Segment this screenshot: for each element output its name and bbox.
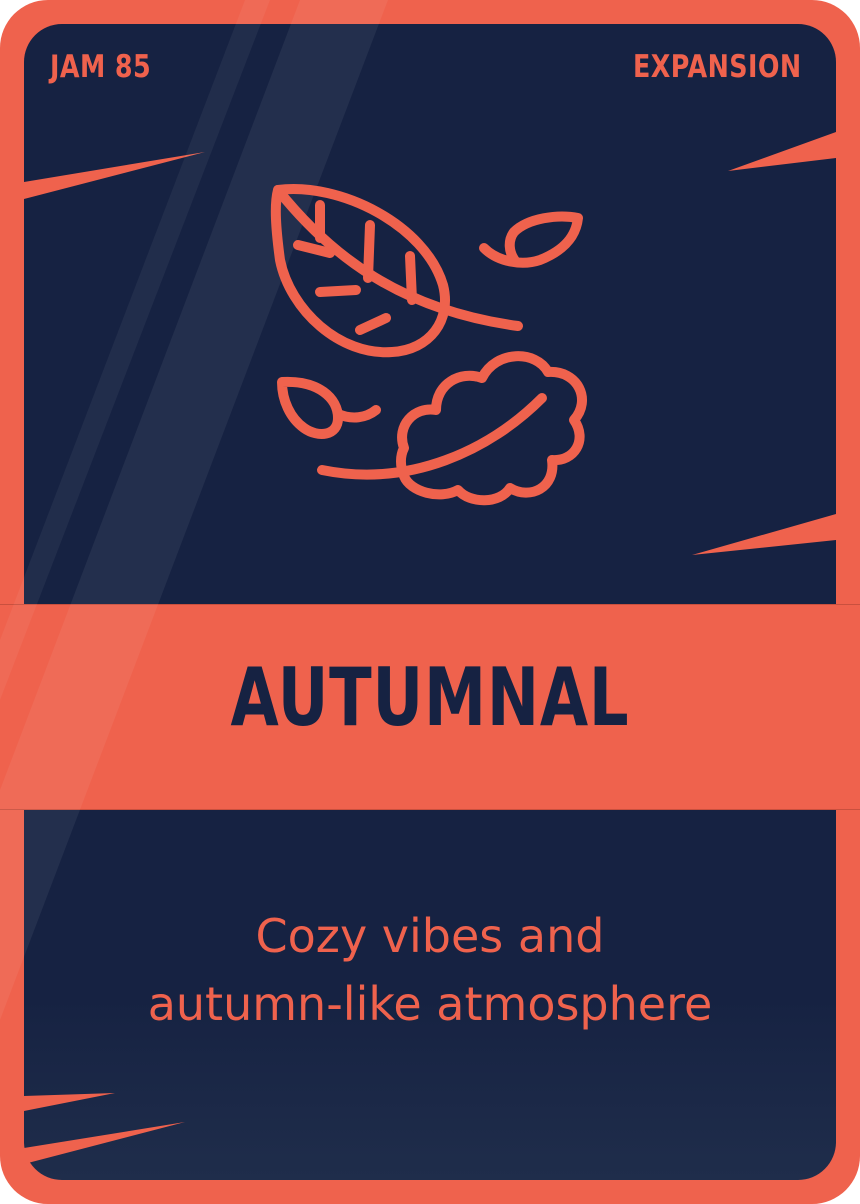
card-description: Cozy vibes and autumn-like atmosphere <box>60 902 800 1038</box>
jam-label: JAM 85 <box>50 49 152 85</box>
spike-bottom-left-1 <box>24 1093 115 1111</box>
description-line-2: autumn-like atmosphere <box>147 977 713 1031</box>
falling-leaves-icon <box>260 180 600 520</box>
theme-card: JAM 85 EXPANSION AUTUMNAL Cozy vibes and… <box>0 0 860 1204</box>
big-leaf-midrib <box>273 185 523 331</box>
big-leaf-vein-2 <box>363 220 375 283</box>
big-leaf-vein-6 <box>355 313 391 335</box>
category-label: EXPANSION <box>633 49 802 85</box>
spike-mid-right <box>692 514 836 555</box>
spike-top-left <box>24 152 205 199</box>
spike-top-right <box>728 132 836 171</box>
big-leaf-vein-3 <box>405 251 417 305</box>
small-leaf-left-stem <box>333 405 381 423</box>
big-leaf-vein-5 <box>315 285 361 297</box>
small-leaf-top <box>479 211 583 268</box>
oak-leaf-outline <box>396 351 587 506</box>
description-line-1: Cozy vibes and <box>255 909 605 963</box>
small-leaf-left <box>277 376 343 439</box>
card-title: AUTUMNAL <box>230 651 630 744</box>
spike-bottom-left-2 <box>24 1122 185 1164</box>
